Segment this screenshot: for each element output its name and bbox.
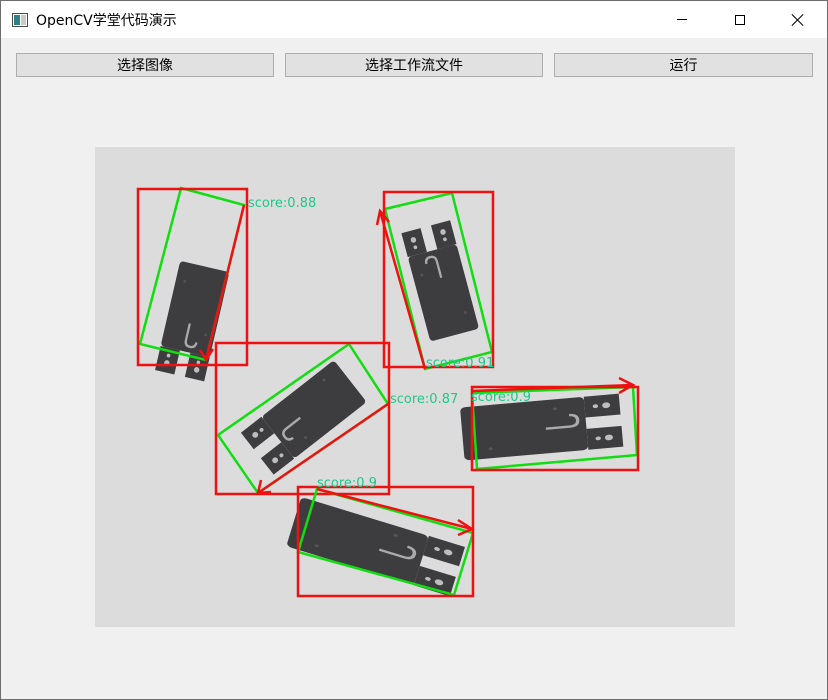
minimize-icon bbox=[677, 19, 687, 20]
detected-part-2: score:0.91 bbox=[375, 190, 494, 371]
maximize-icon bbox=[735, 14, 745, 25]
run-button[interactable]: 运行 bbox=[554, 53, 813, 77]
maximize-button[interactable] bbox=[711, 1, 769, 38]
select-image-button[interactable]: 选择图像 bbox=[16, 53, 274, 77]
detected-part-1: score:0.88 bbox=[136, 186, 316, 383]
score-label-5: score:0.9 bbox=[317, 476, 377, 491]
window-controls bbox=[653, 1, 827, 38]
title-bar[interactable]: OpenCV学堂代码演示 bbox=[1, 1, 827, 38]
detected-part-4: score:0.9 bbox=[458, 376, 640, 472]
window-title: OpenCV学堂代码演示 bbox=[36, 12, 177, 29]
minimize-button[interactable] bbox=[653, 1, 711, 38]
result-image-view: score:0.88 score:0.91 score:0.87 score:0… bbox=[95, 147, 735, 627]
select-workflow-file-button[interactable]: 选择工作流文件 bbox=[285, 53, 543, 77]
score-label-4: score:0.9 bbox=[471, 390, 531, 405]
app-icon bbox=[12, 12, 28, 27]
detection-result-image: score:0.88 score:0.91 score:0.87 score:0… bbox=[136, 186, 640, 598]
score-label-1: score:0.88 bbox=[248, 196, 316, 211]
app-window: OpenCV学堂代码演示 选择图像 选择工作流文件 运行 score:0.88 … bbox=[0, 0, 828, 700]
score-label-3: score:0.87 bbox=[390, 392, 458, 407]
score-label-2: score:0.91 bbox=[426, 356, 494, 371]
close-button[interactable] bbox=[769, 1, 827, 38]
detected-part-3: score:0.87 bbox=[214, 341, 458, 496]
close-icon bbox=[792, 14, 804, 26]
